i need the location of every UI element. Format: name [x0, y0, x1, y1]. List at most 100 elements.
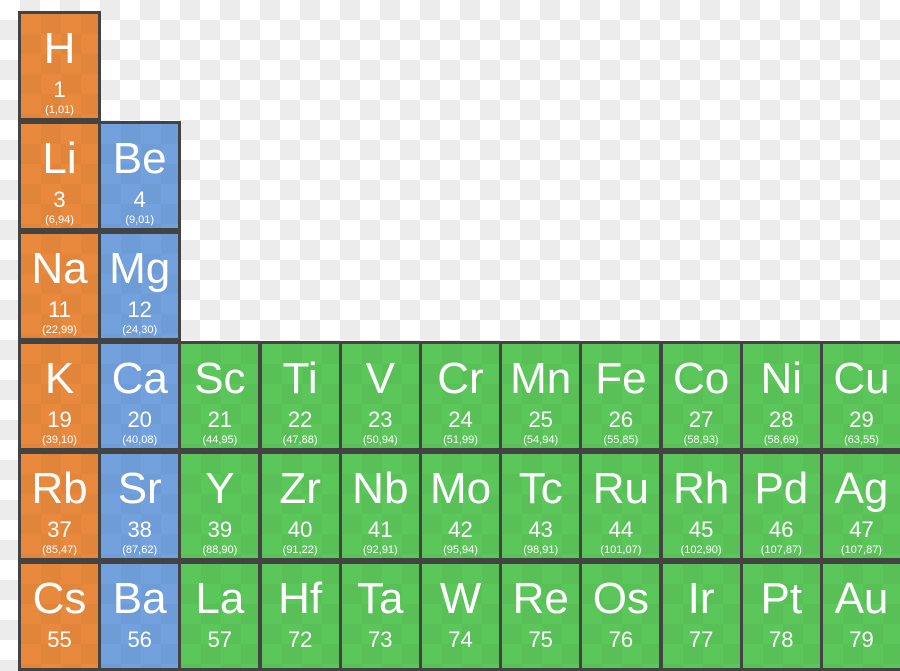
element-symbol: Ag: [834, 464, 889, 513]
element-symbol: Be: [112, 134, 167, 183]
element-cell-pt: Pt 78: [739, 561, 823, 671]
element-symbol: Ca: [111, 354, 168, 403]
element-symbol: La: [195, 574, 245, 623]
element-cell-ag: Ag 47 (107,87): [820, 451, 900, 561]
atomic-mass: (9,01): [125, 214, 155, 226]
element-symbol: Na: [31, 244, 88, 293]
atomic-number: 4: [133, 187, 146, 212]
atomic-mass: (101,07): [600, 544, 642, 556]
atomic-number: 43: [528, 517, 553, 542]
element-cell-hf: Hf 72: [258, 561, 342, 671]
element-cell-au: Au 79: [820, 561, 900, 671]
atomic-number: 19: [47, 407, 72, 432]
element-cell-cr: Cr 24 (51,99): [419, 341, 502, 451]
atomic-mass: (95,94): [443, 544, 478, 556]
element-symbol: Rb: [31, 464, 88, 513]
atomic-mass: (85,47): [42, 544, 77, 556]
atomic-number: 27: [688, 407, 714, 432]
atomic-number: 28: [769, 407, 794, 432]
element-symbol: Ti: [282, 354, 318, 403]
element-symbol: Sc: [194, 354, 246, 403]
atomic-number: 56: [127, 627, 152, 652]
atomic-number: 20: [127, 407, 152, 432]
atomic-number: 72: [287, 627, 313, 652]
atomic-number: 37: [47, 517, 72, 542]
element-cell-re: Re 75: [499, 561, 583, 671]
element-cell-mg: Mg 12 (24,30): [98, 231, 182, 341]
element-symbol: Ir: [687, 574, 715, 623]
atomic-mass: (47,88): [282, 434, 318, 446]
atomic-number: 47: [849, 517, 874, 542]
element-cell-rb: Rb 37 (85,47): [18, 451, 101, 561]
element-symbol: Au: [834, 574, 889, 623]
element-cell-h: H 1 (1,01): [18, 11, 101, 121]
atomic-mass: (22,99): [42, 324, 77, 336]
atomic-mass: (98,91): [523, 544, 559, 556]
atomic-mass: (39,10): [42, 434, 77, 446]
element-cell-co: Co 27 (58,93): [659, 341, 743, 451]
atomic-number: 39: [207, 517, 233, 542]
atomic-number: 29: [849, 407, 874, 432]
element-cell-v: V 23 (50,94): [338, 341, 422, 451]
element-cell-mo: Mo 42 (95,94): [419, 451, 502, 561]
atomic-mass: (44,95): [202, 434, 238, 446]
atomic-number: 12: [127, 297, 152, 322]
element-cell-cs: Cs 55: [18, 561, 101, 671]
element-symbol: Cs: [32, 574, 87, 623]
element-cell-mn: Mn 25 (54,94): [499, 341, 583, 451]
element-symbol: Fe: [595, 354, 647, 403]
atomic-number: 57: [207, 627, 233, 652]
atomic-number: 1: [53, 77, 66, 102]
atomic-mass: (92,91): [362, 544, 398, 556]
atomic-mass: (50,94): [362, 434, 398, 446]
element-symbol: Re: [512, 574, 569, 623]
element-cell-be: Be 4 (9,01): [98, 121, 182, 231]
element-cell-os: Os 76: [579, 561, 663, 671]
atomic-number: 78: [769, 627, 794, 652]
atomic-number: 55: [47, 627, 72, 652]
atomic-mass: (51,99): [443, 434, 478, 446]
atomic-mass: (91,22): [282, 544, 318, 556]
element-cell-la: La 57: [178, 561, 262, 671]
element-cell-rh: Rh 45 (102,90): [659, 451, 743, 561]
atomic-number: 75: [528, 627, 553, 652]
element-symbol: Hf: [278, 574, 323, 623]
element-symbol: Co: [672, 354, 730, 403]
atomic-number: 42: [448, 517, 473, 542]
atomic-number: 79: [849, 627, 874, 652]
atomic-mass: (54,94): [523, 434, 559, 446]
element-cell-na: Na 11 (22,99): [18, 231, 101, 341]
atomic-mass: (40,08): [122, 434, 158, 446]
element-cell-cu: Cu 29 (63,55): [820, 341, 900, 451]
element-cell-sc: Sc 21 (44,95): [178, 341, 262, 451]
atomic-mass: (6,94): [45, 214, 74, 226]
element-symbol: Ni: [760, 354, 803, 403]
atomic-number: 45: [688, 517, 714, 542]
element-cell-ca: Ca 20 (40,08): [98, 341, 182, 451]
element-symbol: V: [365, 354, 395, 403]
atomic-mass: (87,62): [122, 544, 158, 556]
element-cell-sr: Sr 38 (87,62): [98, 451, 182, 561]
atomic-number: 46: [769, 517, 794, 542]
element-symbol: Mn: [510, 354, 572, 403]
element-symbol: Sr: [117, 464, 162, 513]
atomic-mass: (58,69): [763, 434, 799, 446]
atomic-number: 40: [287, 517, 313, 542]
element-cell-ir: Ir 77: [659, 561, 743, 671]
element-cell-ru: Ru 44 (101,07): [579, 451, 663, 561]
atomic-number: 41: [368, 517, 393, 542]
atomic-number: 26: [608, 407, 634, 432]
element-cell-k: K 19 (39,10): [18, 341, 101, 451]
element-symbol: Nb: [352, 464, 409, 513]
atomic-number: 11: [48, 297, 71, 322]
atomic-number: 23: [368, 407, 393, 432]
element-cell-ti: Ti 22 (47,88): [258, 341, 342, 451]
atomic-mass: (102,90): [680, 544, 722, 556]
element-symbol: Cr: [437, 354, 484, 403]
atomic-number: 3: [53, 187, 66, 212]
atomic-number: 73: [368, 627, 393, 652]
element-symbol: Mo: [429, 464, 492, 513]
atomic-number: 21: [207, 407, 233, 432]
element-cell-pd: Pd 46 (107,87): [739, 451, 823, 561]
element-symbol: W: [439, 574, 482, 623]
